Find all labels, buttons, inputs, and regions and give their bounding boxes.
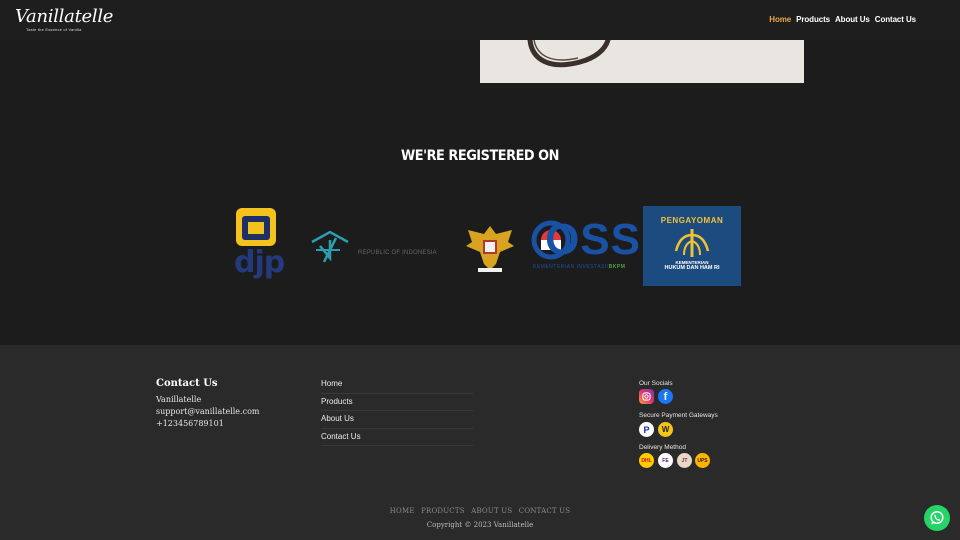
footer-link-about-us[interactable]: About Us (321, 411, 473, 429)
nav-about-us[interactable]: About Us (835, 15, 870, 24)
socials-label: Our Socials (639, 380, 673, 387)
product-photo (480, 40, 804, 83)
top-navbar: Vanillatelle Taste the Essence of Vanill… (0, 0, 960, 40)
djp-text: djp (234, 245, 285, 280)
footer-link-home[interactable]: Home (321, 376, 473, 394)
registration-logos: djp REPUBLIC OF INDONESIA OSS KEMENTERIA… (0, 200, 960, 290)
nav-products[interactable]: Products (796, 15, 830, 24)
paypal-icon[interactable]: P (639, 422, 654, 437)
whatsapp-icon (930, 510, 944, 525)
bottom-nav-about-us[interactable]: ABOUT US (471, 507, 512, 515)
bottom-nav-products[interactable]: PRODUCTS (421, 507, 465, 515)
footer-link-products[interactable]: Products (321, 394, 473, 411)
bottom-nav-contact-us[interactable]: CONTACT US (519, 507, 571, 515)
payment-label: Secure Payment Gateways (639, 412, 718, 419)
wallet-icon[interactable]: W (658, 422, 673, 437)
brand-name: Vanillatelle (15, 6, 114, 27)
oss-logo: OSS KEMENTERIAN INVESTASI/BKPM (531, 218, 641, 272)
pengayoman-title: PENGAYOMAN (660, 216, 724, 225)
ups-icon: UPS (695, 453, 710, 468)
bottom-nav-home[interactable]: HOME (390, 507, 415, 515)
footer-links: Home Products About Us Contact Us (321, 376, 473, 446)
garuda-emblem (464, 220, 516, 274)
djp-logo: djp (234, 206, 285, 286)
registered-title: WE'RE REGISTERED ON (401, 148, 559, 164)
fedex-icon: FE (658, 453, 673, 468)
facebook-icon[interactable]: f (658, 389, 673, 404)
pengayoman-logo: PENGAYOMAN KEMENTERIAN HUKUM DAN HAM RI (643, 206, 741, 286)
oss-subtext: KEMENTERIAN INVESTASI/BKPM (533, 264, 626, 270)
footer-contact-name: Vanillatelle (156, 395, 202, 404)
nav-home[interactable]: Home (769, 15, 791, 24)
copyright-text: Copyright © 2023 Vanillatelle (426, 521, 534, 529)
site-logo[interactable]: Vanillatelle Taste the Essence of Vanill… (15, 6, 114, 34)
oss-text: OSS (545, 215, 641, 264)
brand-tagline: Taste the Essence of Vanilla (26, 27, 82, 32)
footer-link-contact-us[interactable]: Contact Us (321, 429, 473, 446)
ministry-text: REPUBLIC OF INDONESIA (358, 250, 437, 256)
footer-contact-phone[interactable]: +123456789101 (156, 419, 224, 428)
delivery-label: Delivery Method (639, 444, 686, 451)
footer-contact-email[interactable]: support@vanillatelle.com (156, 407, 259, 416)
whatsapp-chat-button[interactable] (924, 505, 950, 531)
footer-bottom-nav: HOME PRODUCTS ABOUT US CONTACT US (0, 507, 960, 515)
ministry-logo: REPUBLIC OF INDONESIA (310, 228, 440, 264)
nav-contact-us[interactable]: Contact Us (875, 15, 916, 24)
dhl-icon: DHL (639, 453, 654, 468)
pengayoman-sub2: HUKUM DAN HAM RI (664, 265, 720, 271)
footer-contact-heading: Contact Us (156, 378, 218, 389)
instagram-icon[interactable] (639, 389, 654, 404)
courier-icon: JT (677, 453, 692, 468)
main-nav: Home Products About Us Contact Us (769, 15, 916, 24)
